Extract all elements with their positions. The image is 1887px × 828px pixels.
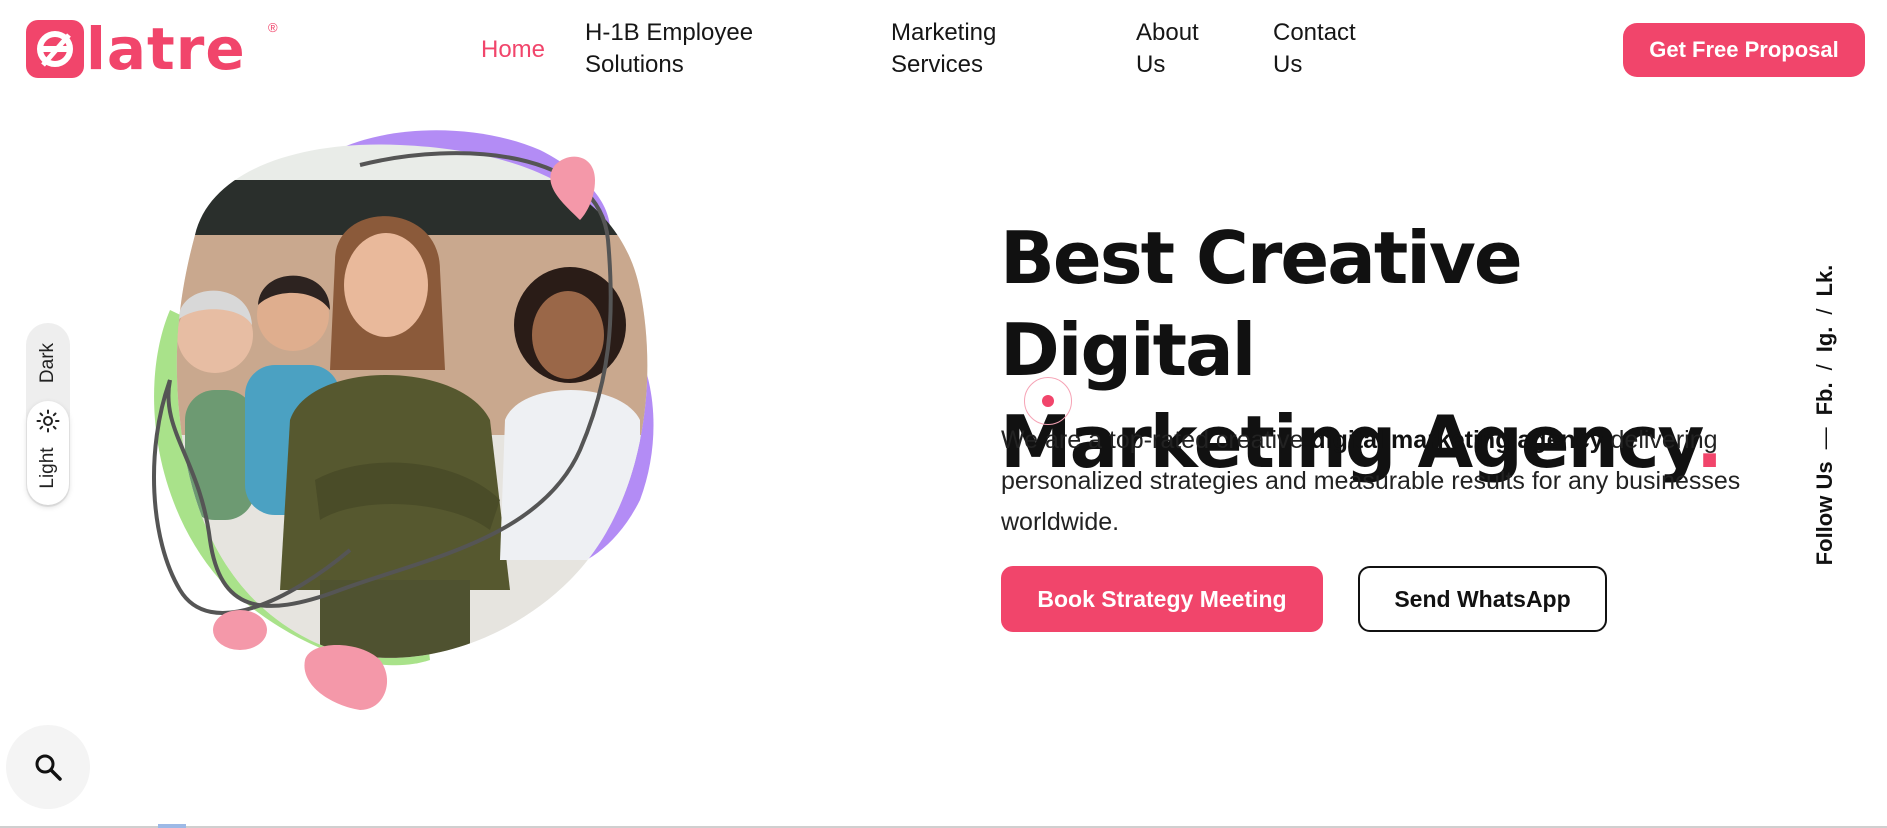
follow-us-label: Follow Us: [1812, 461, 1837, 566]
search-button[interactable]: [6, 725, 90, 809]
theme-light-label: Light: [37, 447, 58, 489]
theme-toggle[interactable]: Dark Light: [26, 323, 70, 507]
social-link-instagram[interactable]: Ig.: [1812, 327, 1838, 353]
social-separator: /: [1812, 308, 1837, 315]
book-strategy-meeting-button[interactable]: Book Strategy Meeting: [1001, 566, 1323, 632]
nav-contact-line1: Contact: [1273, 19, 1356, 46]
nav-marketing-line1: Marketing: [891, 19, 997, 46]
logo-text: latre: [86, 15, 246, 83]
get-free-proposal-button[interactable]: Get Free Proposal: [1623, 23, 1865, 77]
hero-desc-part1: We are a top-rated creative: [1001, 426, 1311, 454]
hero-illustration: [140, 120, 780, 730]
nav-h1b-employee-solutions[interactable]: H-1B Employee Solutions: [585, 17, 753, 81]
hero-desc-bold: digital marketing agency: [1310, 426, 1604, 454]
logo[interactable]: latre ®: [26, 15, 278, 83]
sun-icon: [36, 409, 60, 433]
logo-mark-icon: [26, 20, 84, 78]
nav-h1b-line2: Solutions: [585, 51, 684, 78]
registered-mark: ®: [268, 20, 278, 35]
hero-title-line1: Best Creative Digital: [1000, 216, 1523, 392]
theme-light-option[interactable]: Light: [27, 401, 69, 505]
social-link-facebook[interactable]: Fb.: [1812, 382, 1838, 415]
custom-cursor-dot: [1042, 395, 1054, 407]
nav-home[interactable]: Home: [481, 34, 545, 66]
search-icon: [35, 754, 62, 781]
social-separator: /: [1812, 364, 1837, 371]
page: latre ® Home H-1B Employee Solutions Mar…: [0, 0, 1887, 828]
pink-blob-left-shape: [213, 610, 267, 650]
nav-marketing-line2: Services: [891, 51, 984, 78]
theme-dark-label: Dark: [37, 342, 58, 384]
send-whatsapp-button[interactable]: Send WhatsApp: [1358, 566, 1607, 632]
social-link-linkedin[interactable]: Lk.: [1812, 265, 1838, 297]
nav-marketing-services[interactable]: Marketing Services: [891, 17, 996, 81]
follow-dash: —: [1812, 427, 1837, 450]
nav-h1b-line1: H-1B Employee: [585, 19, 754, 46]
nav-about-line2: Us: [1136, 51, 1166, 78]
bottom-indicator: [158, 824, 186, 828]
theme-dark-option[interactable]: Dark: [26, 323, 70, 403]
nav-about-line1: About: [1136, 19, 1199, 46]
nav-contact-us[interactable]: Contact Us: [1273, 17, 1356, 81]
nav-about-us[interactable]: About Us: [1136, 17, 1199, 81]
hero-description: We are a top-rated creative digital mark…: [1001, 420, 1761, 543]
nav-contact-line2: Us: [1273, 51, 1303, 78]
